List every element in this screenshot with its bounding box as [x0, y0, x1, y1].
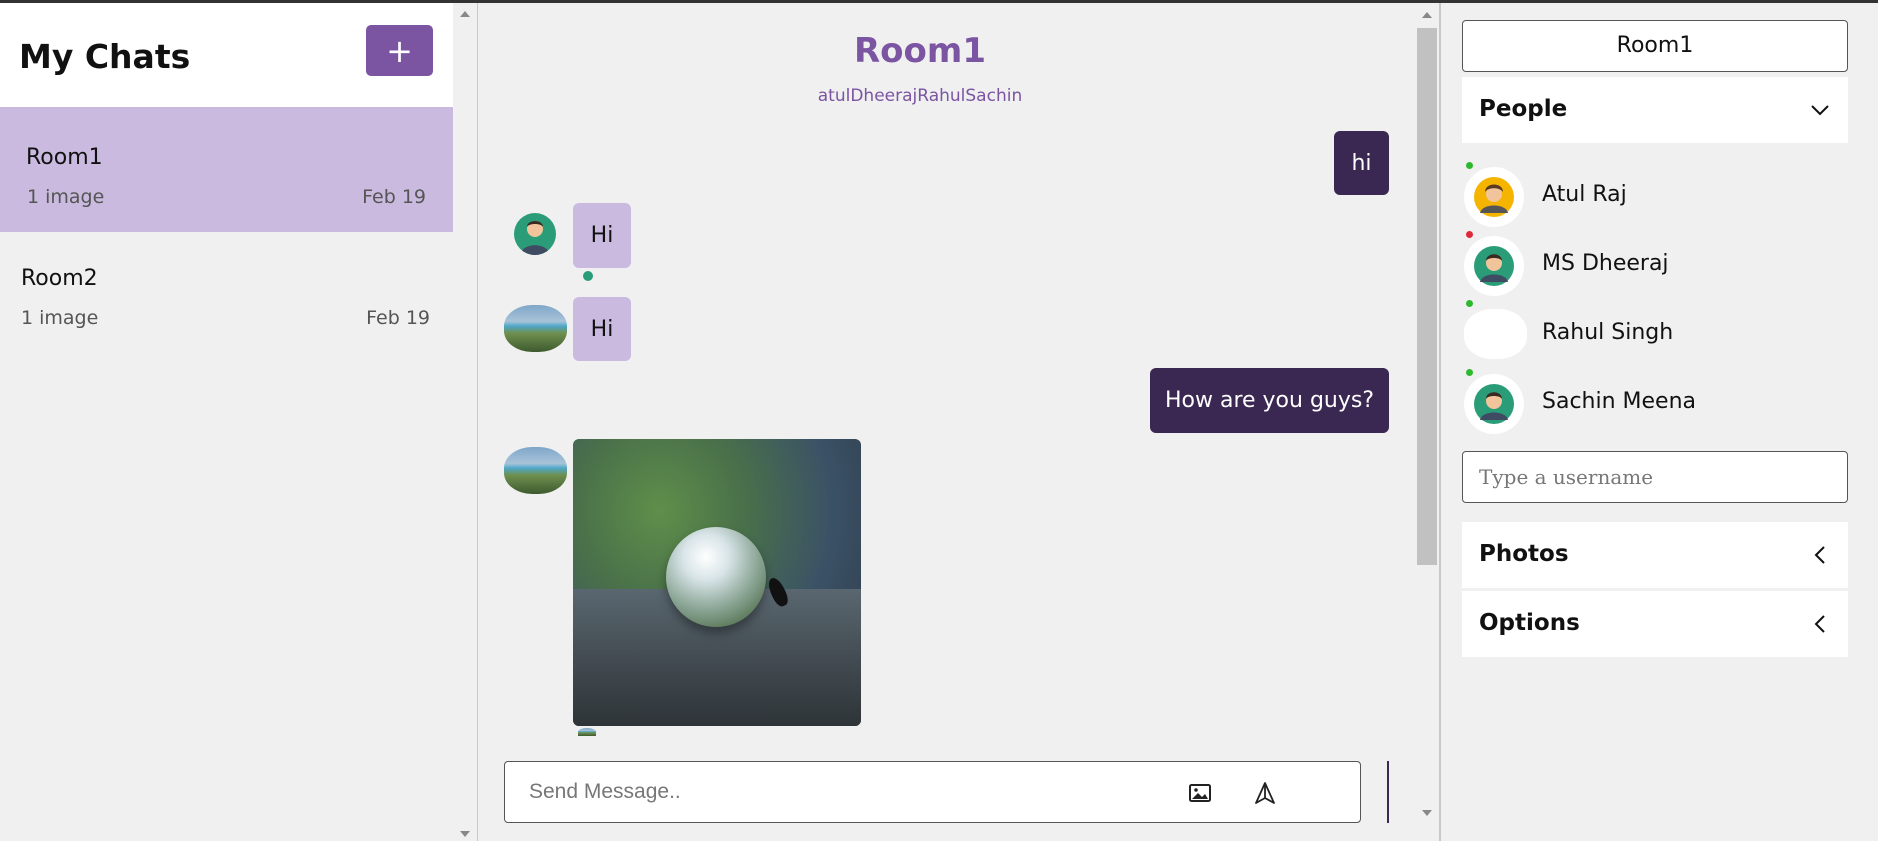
- section-label: People: [1479, 96, 1568, 122]
- online-status-dot: [1466, 300, 1473, 307]
- avatar: [1464, 167, 1524, 227]
- person-avatar-icon: [1474, 384, 1514, 424]
- person-name: Sachin Meena: [1542, 389, 1697, 414]
- read-receipt-avatar: [583, 271, 593, 281]
- avatar: [514, 213, 556, 255]
- page-title: My Chats: [19, 37, 191, 76]
- section-label: Options: [1479, 610, 1580, 636]
- message-bubble-received: Hi: [573, 297, 631, 361]
- room-name-box[interactable]: Room1: [1462, 20, 1848, 72]
- scroll-down-icon[interactable]: [1422, 810, 1432, 816]
- chat-item-date: Feb 19: [362, 186, 426, 208]
- section-label: Photos: [1479, 541, 1569, 567]
- avatar: [504, 305, 567, 352]
- person-name: Atul Raj: [1542, 182, 1627, 207]
- chat-item-preview: 1 image: [21, 307, 99, 329]
- message-bubble-sent: How are you guys?: [1150, 368, 1389, 433]
- message-input[interactable]: [529, 774, 1129, 810]
- chat-list-header: My Chats +: [0, 3, 453, 107]
- message-bubble-received: Hi: [573, 203, 631, 268]
- send-button[interactable]: [1387, 761, 1389, 823]
- chat-item-room2[interactable]: Room2 1 image Feb 19: [0, 232, 453, 357]
- scroll-up-icon[interactable]: [1422, 12, 1432, 18]
- person-item[interactable]: MS Dheeraj: [1462, 231, 1848, 297]
- chat-list-scrollbar[interactable]: [453, 3, 477, 841]
- message-composer: [504, 761, 1361, 823]
- message-bubble-sent: hi: [1334, 131, 1389, 195]
- avatar: [1464, 236, 1524, 296]
- options-section-header[interactable]: Options: [1462, 591, 1848, 657]
- water-drop-photo-icon: [666, 527, 766, 627]
- send-icon[interactable]: [1254, 782, 1276, 804]
- avatar: [1464, 374, 1524, 434]
- chat-list-panel: My Chats + Room1 1 image Feb 19 Room2 1 …: [0, 3, 453, 841]
- person-avatar-icon: [1474, 246, 1514, 286]
- photos-section-header[interactable]: Photos: [1462, 522, 1848, 588]
- person-item[interactable]: Sachin Meena: [1462, 369, 1848, 435]
- people-section-header[interactable]: People: [1462, 77, 1848, 143]
- image-icon[interactable]: [1189, 784, 1211, 802]
- person-name: MS Dheeraj: [1542, 251, 1669, 276]
- avatar: [504, 447, 567, 494]
- chat-item-name: Room1: [26, 145, 103, 170]
- scrollbar-thumb[interactable]: [1417, 28, 1437, 565]
- person-item[interactable]: Rahul Singh: [1462, 300, 1848, 366]
- username-field-box: [1462, 451, 1848, 503]
- online-status-dot: [1466, 162, 1473, 169]
- offline-status-dot: [1466, 231, 1473, 238]
- chat-item-preview: 1 image: [27, 186, 105, 208]
- chat-item-name: Room2: [21, 266, 98, 291]
- add-chat-button[interactable]: +: [366, 25, 433, 76]
- message-image[interactable]: [573, 439, 861, 726]
- chevron-left-icon: [1814, 615, 1825, 633]
- scroll-down-icon[interactable]: [460, 831, 470, 837]
- chevron-left-icon: [1814, 546, 1825, 564]
- username-input[interactable]: [1479, 462, 1829, 492]
- chevron-down-icon: [1811, 105, 1829, 116]
- chat-item-date: Feb 19: [366, 307, 430, 329]
- person-name: Rahul Singh: [1542, 320, 1674, 345]
- room-details-panel: Room1 People Atul Raj MS Dheeraj Rahul S…: [1441, 3, 1878, 841]
- room-title: Room1: [854, 31, 986, 71]
- online-status-dot: [1466, 369, 1473, 376]
- person-avatar-icon: [520, 221, 550, 255]
- avatar: [1464, 309, 1527, 359]
- scroll-up-icon[interactable]: [460, 11, 470, 17]
- conversation-scrollbar[interactable]: [1414, 3, 1439, 841]
- person-avatar-icon: [1474, 177, 1514, 217]
- read-receipt-avatar: [578, 728, 596, 736]
- room-members: atulDheerajRahulSachin: [817, 86, 1023, 106]
- chat-item-room1[interactable]: Room1 1 image Feb 19: [0, 107, 453, 232]
- person-item[interactable]: Atul Raj: [1462, 162, 1848, 228]
